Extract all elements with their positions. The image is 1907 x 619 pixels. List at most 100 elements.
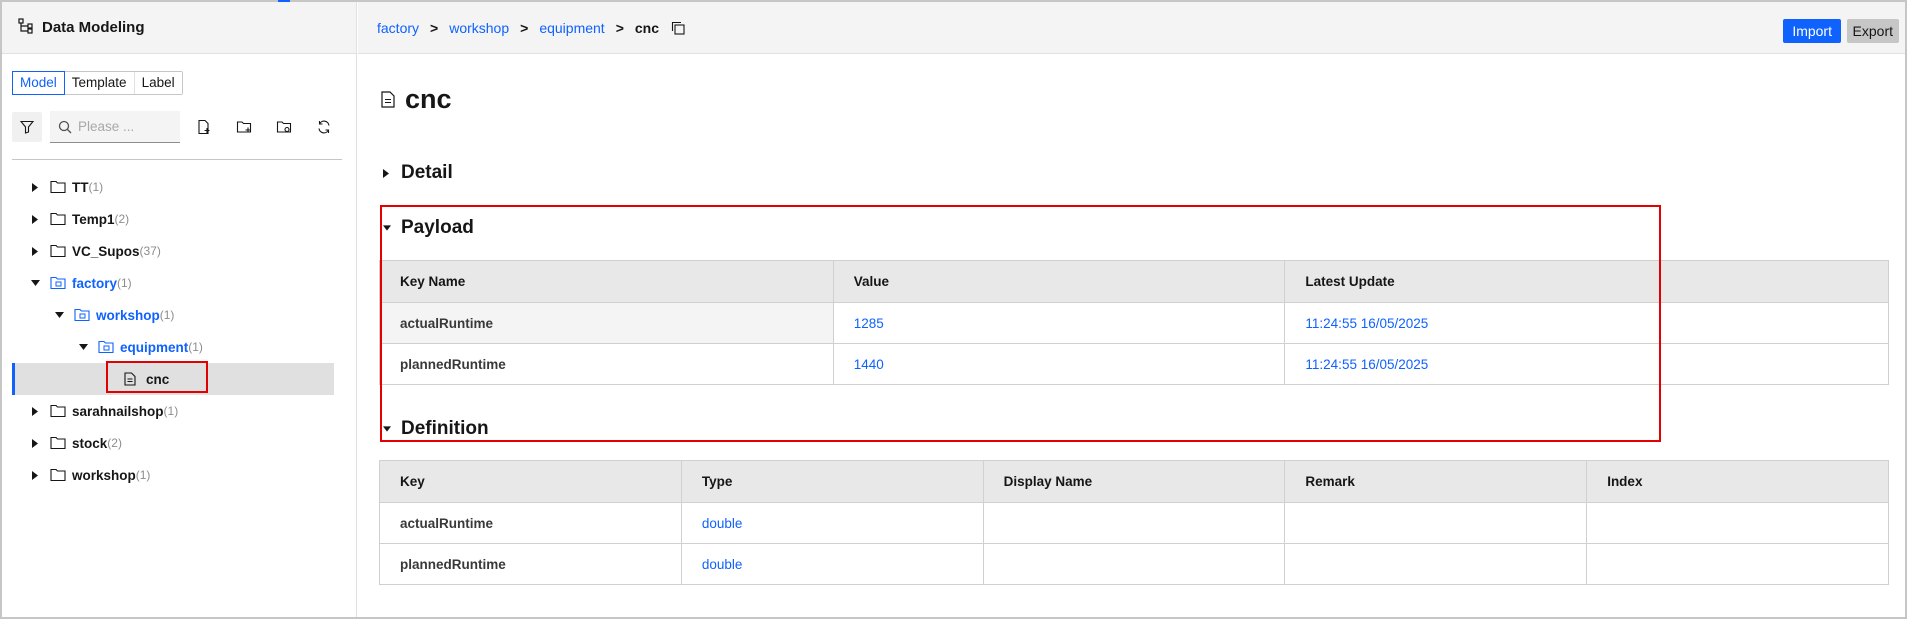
tree-item-vc-supos[interactable]: VC_Supos (37) xyxy=(12,235,334,267)
folder-settings-button[interactable] xyxy=(274,117,294,137)
table-row: plannedRuntime double xyxy=(379,543,1889,585)
folder-icon xyxy=(50,179,66,195)
file-icon xyxy=(381,91,395,108)
tree-item-workshop[interactable]: workshop (1) xyxy=(12,299,334,331)
folder-icon xyxy=(50,435,66,451)
tree-item-count: (1) xyxy=(135,468,151,482)
open-folder-icon xyxy=(74,307,90,323)
remark-cell xyxy=(1284,502,1588,544)
search-box xyxy=(50,111,180,143)
breadcrumb-equipment[interactable]: equipment xyxy=(539,20,604,36)
filter-icon xyxy=(20,120,34,134)
data-model-icon xyxy=(18,17,34,38)
caret-right-icon xyxy=(383,168,391,178)
breadcrumb-separator: > xyxy=(520,19,529,36)
refresh-button[interactable] xyxy=(314,117,334,137)
column-header: Remark xyxy=(1284,460,1588,503)
tab-label[interactable]: Label xyxy=(134,72,182,94)
export-button[interactable]: Export xyxy=(1846,19,1899,43)
breadcrumb-current: cnc xyxy=(634,19,660,36)
caret-down-icon[interactable] xyxy=(30,278,40,288)
page-title: cnc xyxy=(381,84,452,115)
search-icon xyxy=(58,120,72,133)
tree-item-stock[interactable]: stock (2) xyxy=(12,427,334,459)
key-cell: plannedRuntime xyxy=(379,543,682,585)
column-header: Display Name xyxy=(982,460,1286,503)
sidebar-toolbar xyxy=(12,111,334,143)
folder-settings-icon xyxy=(276,121,292,133)
tree-item-equipment[interactable]: equipment (1) xyxy=(12,331,334,363)
tree-item-sarahnailshop[interactable]: sarahnailshop (1) xyxy=(12,395,334,427)
open-folder-icon xyxy=(98,339,114,355)
caret-right-icon[interactable] xyxy=(30,406,40,416)
view-switcher: Model Template Label xyxy=(12,71,183,95)
table-row: actualRuntime double xyxy=(379,502,1889,544)
breadcrumb-separator: > xyxy=(615,19,624,36)
section-detail[interactable]: Detail xyxy=(383,162,453,184)
tree-item-label: VC_Supos xyxy=(72,243,140,259)
caret-right-icon[interactable] xyxy=(30,182,40,192)
search-input[interactable] xyxy=(78,119,173,134)
display-name-cell xyxy=(982,543,1286,585)
sidebar-header: Data Modeling xyxy=(2,2,356,54)
tree-item-label: TT xyxy=(72,179,89,195)
tree-item-label: factory xyxy=(72,275,118,291)
payload-highlight-box xyxy=(380,205,1661,442)
tree-item-count: (1) xyxy=(159,308,175,322)
sidebar-title: Data Modeling xyxy=(42,19,145,36)
tree-item-temp1[interactable]: Temp1 (2) xyxy=(12,203,334,235)
remark-cell xyxy=(1284,543,1588,585)
display-name-cell xyxy=(982,502,1286,544)
breadcrumb-separator: > xyxy=(430,19,439,36)
tree-item-factory[interactable]: factory (1) xyxy=(12,267,334,299)
table-header-row: Key Type Display Name Remark Index xyxy=(379,460,1889,503)
new-folder-button[interactable] xyxy=(234,117,254,137)
caret-right-icon[interactable] xyxy=(30,246,40,256)
caret-down-icon[interactable] xyxy=(78,342,88,352)
tree-item-label: sarahnailshop xyxy=(72,403,164,419)
open-folder-icon xyxy=(50,275,66,291)
type-link[interactable]: double xyxy=(680,543,984,585)
tree-item-count: (2) xyxy=(114,212,130,226)
tree-item-workshop-root[interactable]: workshop (1) xyxy=(12,459,334,491)
import-button[interactable]: Import xyxy=(1783,19,1841,43)
tree-item-label: equipment xyxy=(120,339,189,355)
sidebar: Data Modeling Model Template Label Pleas… xyxy=(2,2,357,617)
new-file-button[interactable] xyxy=(194,117,214,137)
definition-table: Key Type Display Name Remark Index actua… xyxy=(379,460,1889,585)
breadcrumb-factory[interactable]: factory xyxy=(377,20,419,36)
tree-item-tt[interactable]: TT (1) xyxy=(12,171,334,203)
sidebar-divider xyxy=(12,159,342,160)
selection-indicator xyxy=(12,363,15,395)
tree-item-label: workshop xyxy=(72,467,136,483)
caret-right-icon[interactable] xyxy=(30,438,40,448)
caret-down-icon[interactable] xyxy=(54,310,64,320)
add-folder-icon xyxy=(236,121,252,133)
tab-template[interactable]: Template xyxy=(64,72,135,94)
tree-item-count: (37) xyxy=(139,244,161,258)
column-header: Index xyxy=(1586,460,1889,503)
caret-right-icon[interactable] xyxy=(30,214,40,224)
folder-icon xyxy=(50,211,66,227)
add-file-icon xyxy=(198,119,210,135)
folder-icon xyxy=(50,243,66,259)
copy-icon[interactable] xyxy=(671,20,687,36)
filter-button[interactable] xyxy=(12,112,42,142)
caret-right-icon[interactable] xyxy=(30,470,40,480)
type-link[interactable]: double xyxy=(680,502,984,544)
tree-item-label: stock xyxy=(72,435,108,451)
breadcrumb-workshop[interactable]: workshop xyxy=(449,20,509,36)
column-header: Key xyxy=(379,460,682,503)
folder-icon xyxy=(50,403,66,419)
tree-item-count: (1) xyxy=(88,180,104,194)
key-cell: actualRuntime xyxy=(379,502,682,544)
tab-model[interactable]: Model xyxy=(12,71,65,95)
tree-item-label: Temp1 xyxy=(72,211,115,227)
tree-item-count: (1) xyxy=(117,276,132,290)
index-cell xyxy=(1586,502,1889,544)
tree-item-label: workshop xyxy=(96,307,160,323)
model-tree: TT (1) Temp1 (2) VC_Supos (37) factory (1) w… xyxy=(12,171,334,491)
main-header: factory > workshop > equipment > cnc Imp… xyxy=(358,2,1905,54)
tree-item-count: (1) xyxy=(163,404,179,418)
cnc-highlight-box xyxy=(106,361,208,393)
